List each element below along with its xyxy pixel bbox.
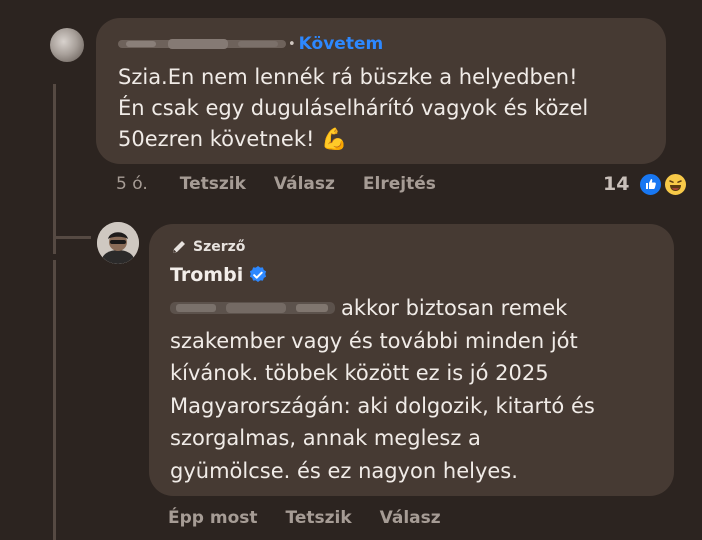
like-icon bbox=[638, 172, 663, 197]
reply-time[interactable]: Épp most bbox=[168, 508, 258, 528]
reply-text-line: kívánok. többek között ez is jó 2025 bbox=[170, 361, 549, 385]
reply-text-line: akkor biztosan remek bbox=[341, 296, 568, 320]
reply-button[interactable]: Válasz bbox=[274, 174, 335, 194]
reply-like-button[interactable]: Tetszik bbox=[286, 508, 352, 528]
separator-dot: • bbox=[288, 36, 296, 52]
commenter-avatar[interactable] bbox=[50, 28, 84, 62]
reply-bubble: Szerző Trombi akkor biztosan remek szake… bbox=[149, 224, 674, 496]
author-badge-label: Szerző bbox=[193, 239, 246, 255]
comment-actions: 5 ó. Tetszik Válasz Elrejtés bbox=[116, 174, 436, 194]
author-avatar[interactable] bbox=[97, 222, 139, 264]
blurred-username[interactable] bbox=[118, 37, 286, 51]
like-button[interactable]: Tetszik bbox=[180, 174, 246, 194]
hide-button[interactable]: Elrejtés bbox=[363, 174, 436, 194]
follow-button[interactable]: Követem bbox=[299, 34, 384, 54]
reply-text-line: szakember vagy és további minden jót bbox=[170, 328, 578, 353]
blurred-mention[interactable] bbox=[170, 298, 335, 318]
pencil-icon bbox=[173, 241, 185, 253]
reply-text-line: szorgalmas, annak meglesz a bbox=[170, 426, 481, 450]
reply-reply-button[interactable]: Válasz bbox=[380, 508, 441, 528]
reply-text: akkor biztosan remek szakember vagy és t… bbox=[170, 292, 670, 487]
reply-text-line: Magyarországán: aki dolgozik, kitartó és bbox=[170, 393, 595, 418]
thread-line-lower bbox=[53, 260, 56, 540]
author-name[interactable]: Trombi bbox=[170, 264, 268, 286]
laugh-icon bbox=[663, 172, 688, 197]
reply-actions: Épp most Tetszik Válasz bbox=[168, 508, 441, 528]
comment-text-line: Szia.En nem lennék rá büszke a helyedben… bbox=[118, 65, 578, 89]
thread-line-vertical bbox=[53, 84, 56, 254]
comment-text: Szia.En nem lennék rá büszke a helyedben… bbox=[118, 62, 658, 155]
reply-text-line: gyümölcse. és ez nagyon helyes. bbox=[170, 458, 518, 483]
comment-text-line: Én csak egy duguláselhárító vagyok és kö… bbox=[118, 96, 589, 120]
author-badge: Szerző bbox=[170, 238, 245, 256]
comment-text-line: 50ezren követnek! 💪 bbox=[118, 127, 348, 151]
thread-line-reply-connector bbox=[53, 236, 91, 239]
reaction-count[interactable]: 14 bbox=[603, 173, 629, 195]
comment-bubble: • Követem Szia.En nem lennék rá büszke a… bbox=[96, 18, 666, 164]
comment-time[interactable]: 5 ó. bbox=[116, 174, 148, 194]
author-name-label[interactable]: Trombi bbox=[170, 264, 243, 286]
verified-badge-icon bbox=[250, 266, 267, 282]
